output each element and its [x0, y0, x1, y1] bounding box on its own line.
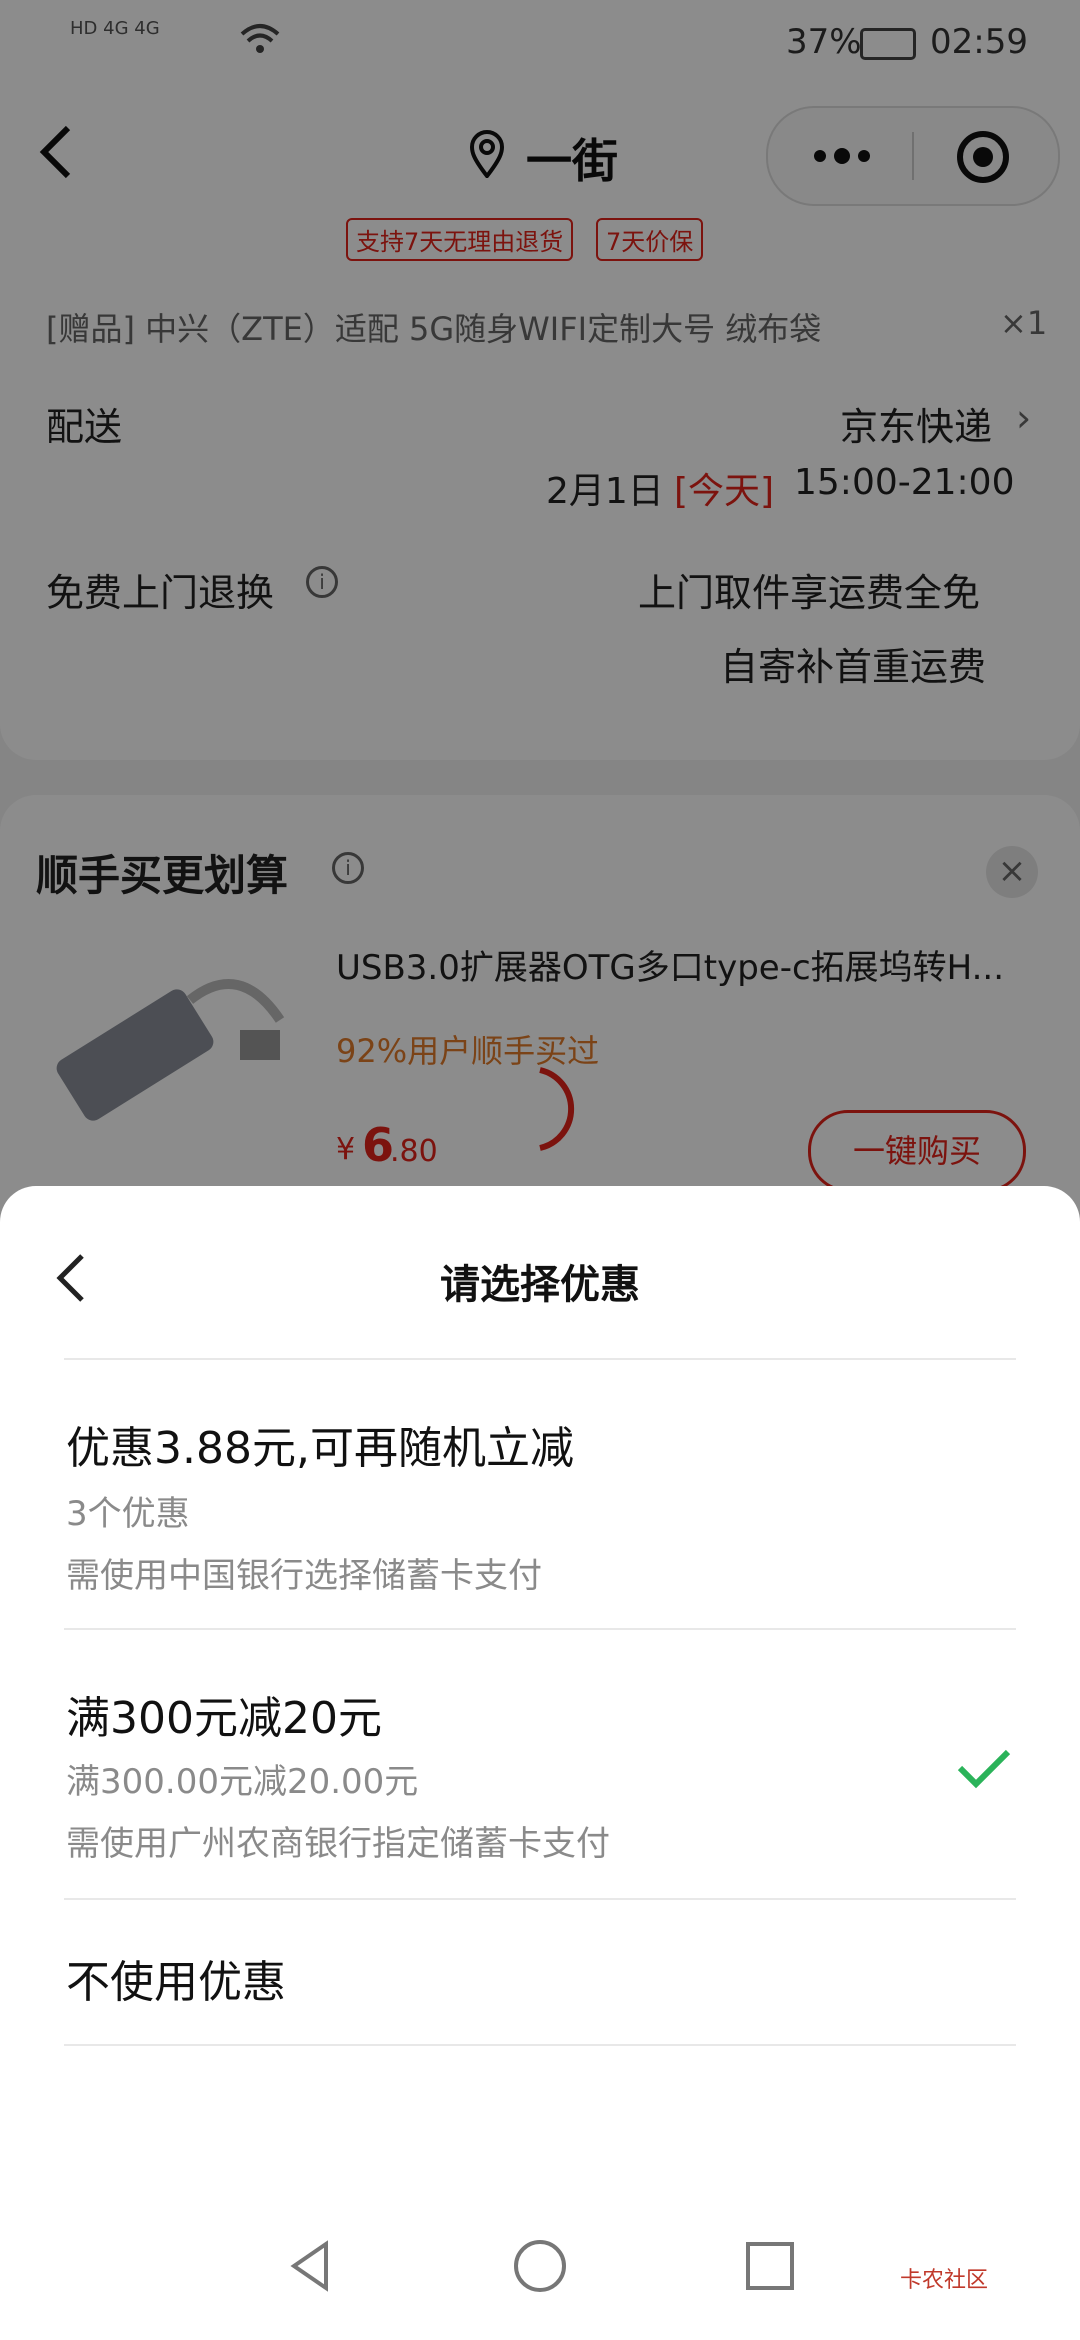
discount-option-2[interactable]: 满300元减20元 满300.00元减20.00元 需使用广州农商银行指定储蓄卡… — [0, 1630, 1080, 1898]
nav-recents-icon[interactable] — [740, 2236, 800, 2296]
nav-back-icon[interactable] — [282, 2236, 342, 2296]
discount-option-1[interactable]: 优惠3.88元,可再随机立减 3个优惠 需使用中国银行选择储蓄卡支付 — [0, 1360, 1080, 1628]
option-title: 优惠3.88元,可再随机立减 — [66, 1423, 574, 1474]
option-sub2: 需使用中国银行选择储蓄卡支付 — [66, 1556, 542, 1596]
watermark: 卡农社区 — [900, 2268, 989, 2293]
discount-sheet: 请选择优惠 优惠3.88元,可再随机立减 3个优惠 需使用中国银行选择储蓄卡支付… — [0, 1186, 1080, 2340]
discount-option-none[interactable]: 不使用优惠 — [0, 1900, 1080, 2044]
option-sub1: 满300.00元减20.00元 — [66, 1762, 419, 1802]
option-sub1: 3个优惠 — [66, 1494, 190, 1534]
selected-check-icon — [956, 1746, 1012, 1792]
option-title: 满300元减20元 — [66, 1693, 382, 1744]
option-title: 不使用优惠 — [66, 1957, 286, 2008]
sheet-title: 请选择优惠 — [440, 1262, 640, 1308]
nav-home-icon[interactable] — [510, 2236, 570, 2296]
divider — [64, 2044, 1016, 2046]
option-sub2: 需使用广州农商银行指定储蓄卡支付 — [66, 1824, 610, 1864]
